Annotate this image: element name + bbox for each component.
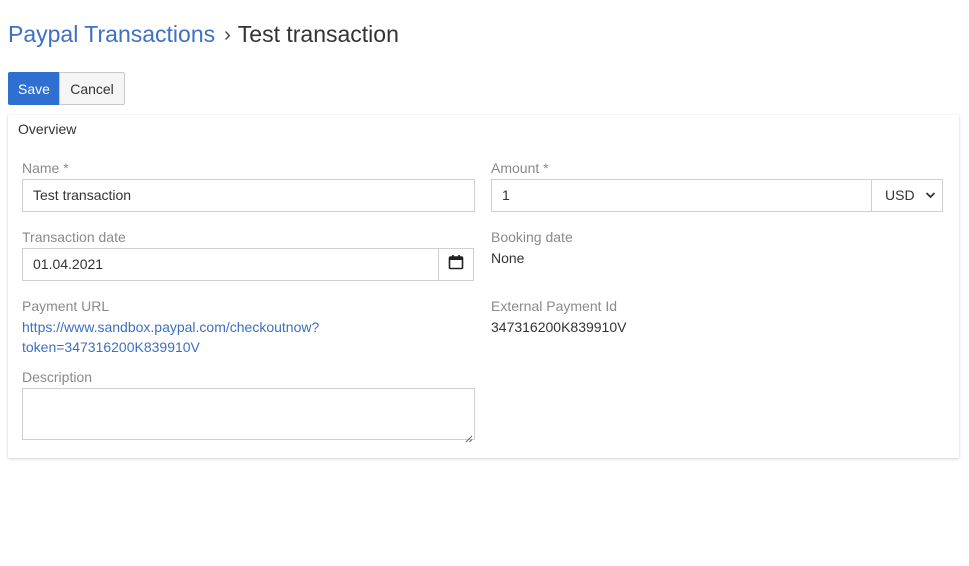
- amount-input[interactable]: 1: [491, 179, 872, 212]
- overview-panel: Overview Name * Test transaction Amount …: [8, 115, 959, 458]
- currency-value: USD: [885, 187, 915, 203]
- chevron-down-icon: [925, 180, 936, 223]
- save-button[interactable]: Save: [8, 72, 60, 105]
- breadcrumb-separator: ›: [224, 24, 231, 46]
- transaction-date-label: Transaction date: [22, 229, 126, 245]
- external-payment-id-label: External Payment Id: [491, 298, 618, 314]
- page-title: Test transaction: [237, 21, 399, 47]
- booking-date-label: Booking date: [491, 229, 573, 245]
- transaction-date-input[interactable]: 01.04.2021: [22, 248, 440, 281]
- payment-url-line1: https://www.sandbox.paypal.com/checkoutn…: [22, 319, 320, 335]
- cancel-button[interactable]: Cancel: [59, 72, 125, 105]
- payment-url-line2: token=347316200K839910V: [22, 339, 200, 355]
- name-input[interactable]: Test transaction: [22, 179, 475, 212]
- breadcrumb: Paypal Transactions › Test transaction: [8, 19, 399, 51]
- currency-select[interactable]: USD: [871, 179, 943, 212]
- payment-url-link[interactable]: https://www.sandbox.paypal.com/checkoutn…: [22, 317, 319, 357]
- calendar-icon: [448, 254, 464, 275]
- amount-label: Amount *: [491, 160, 549, 176]
- name-label: Name *: [22, 160, 69, 176]
- calendar-button[interactable]: [438, 248, 474, 281]
- external-payment-id-value: 347316200K839910V: [491, 319, 627, 335]
- description-label: Description: [22, 369, 93, 385]
- panel-title: Overview: [18, 121, 77, 137]
- description-textarea[interactable]: [22, 388, 475, 443]
- booking-date-value: None: [491, 250, 525, 266]
- payment-url-label: Payment URL: [22, 298, 110, 314]
- resize-grip-icon[interactable]: [465, 430, 473, 443]
- breadcrumb-parent-link[interactable]: Paypal Transactions: [8, 21, 215, 47]
